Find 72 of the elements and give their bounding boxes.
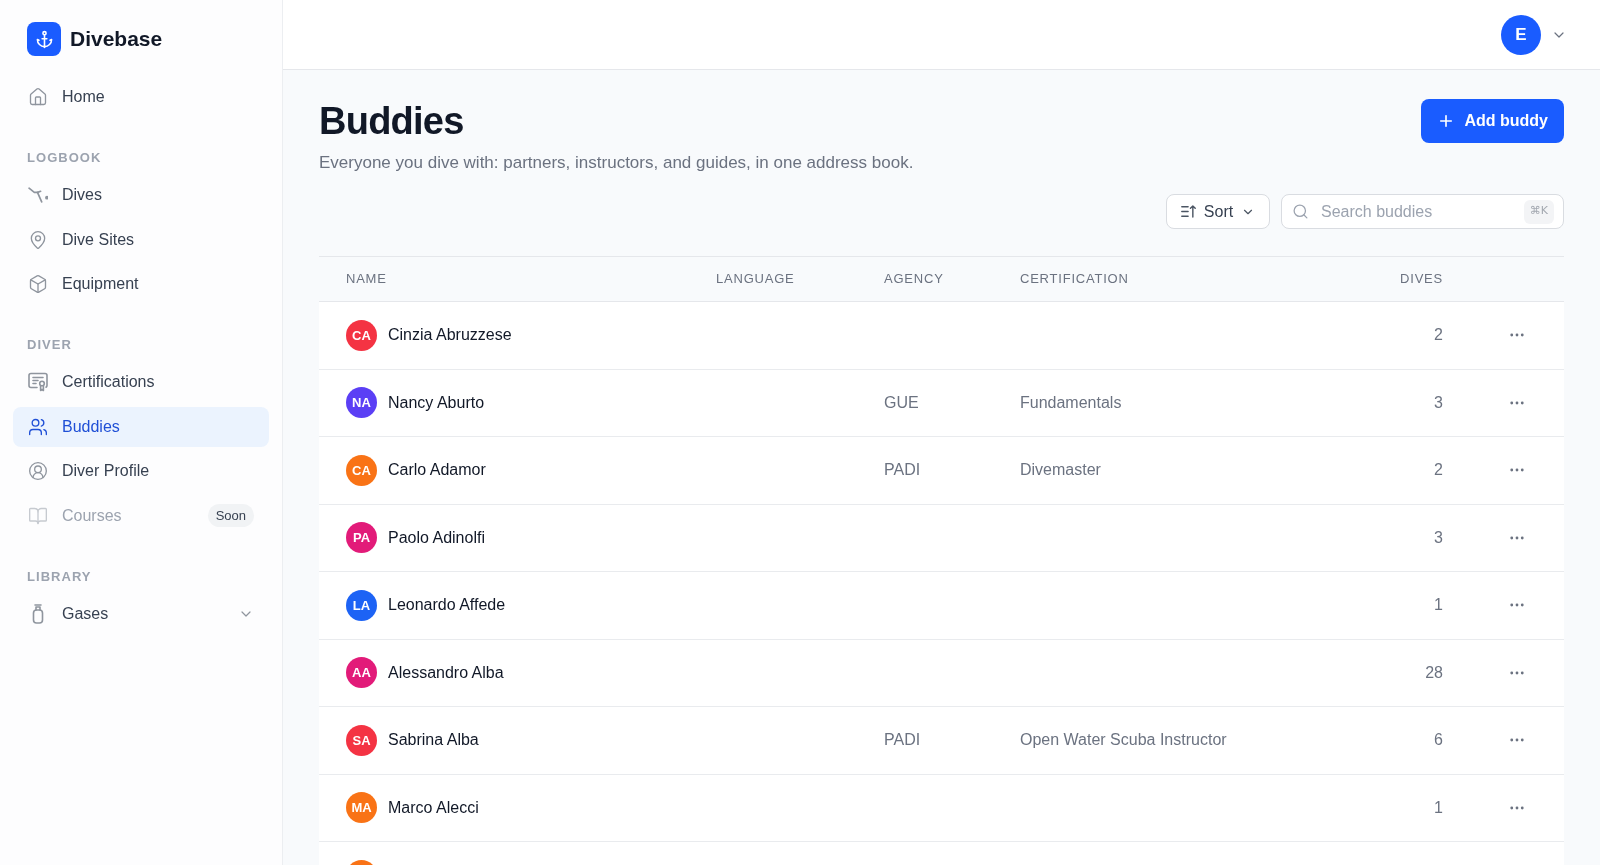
anchor-logo-icon xyxy=(27,22,61,56)
avatar: NA xyxy=(346,387,377,419)
buddy-name: Paolo Adinolfi xyxy=(388,527,485,548)
table-cell: Divemaster xyxy=(1020,461,1101,479)
cube-icon xyxy=(28,274,48,294)
section-heading: LOGBOOK xyxy=(26,150,103,166)
column-header: LANGUAGE xyxy=(716,270,795,289)
page-title: Buddies xyxy=(319,99,465,143)
avatar: PA xyxy=(346,522,377,554)
table-cell-text: 28 xyxy=(1425,662,1443,683)
more-icon xyxy=(1510,670,1524,675)
nav-item[interactable]: Dive Sites xyxy=(13,219,269,260)
nav-item[interactable]: Equipment xyxy=(13,264,269,304)
buddy-name: Sabrina Alba xyxy=(388,730,479,751)
more-icon xyxy=(1510,400,1524,405)
nav-item[interactable]: Buddies xyxy=(13,406,269,447)
nav-item[interactable]: Home xyxy=(13,77,269,117)
table-cell: GUE xyxy=(884,393,919,411)
more-icon xyxy=(1510,468,1524,473)
table-cell-text: 1 xyxy=(1434,797,1443,818)
table-cell-text: 6 xyxy=(1434,730,1443,751)
home-icon xyxy=(28,87,48,107)
brand-name: Divebase xyxy=(70,26,163,53)
buddy-name: Alessandro Alba xyxy=(388,662,504,683)
sort-icon xyxy=(1180,205,1196,218)
avatar: AA xyxy=(346,657,377,689)
avatar: CA xyxy=(346,319,377,351)
table-cell-text: 3 xyxy=(1434,392,1443,413)
buddy-name: Cinzia Abruzzese xyxy=(388,325,512,346)
status-badge: Soon xyxy=(207,503,254,528)
account-avatar[interactable]: E xyxy=(1501,14,1541,55)
table-cell: Open Water Scuba Instructor xyxy=(1020,731,1227,749)
more-icon xyxy=(1510,333,1524,338)
nav-item[interactable]: Diver Profile xyxy=(13,451,269,491)
dive-line-icon xyxy=(28,185,48,205)
buddy-name: Leonardo Affede xyxy=(388,595,506,616)
buddy-name: Nancy Aburto xyxy=(388,392,485,413)
nav-item[interactable]: Certifications xyxy=(13,362,269,402)
table-cell-text: 3 xyxy=(1434,527,1443,548)
column-header: AGENCY xyxy=(884,270,944,289)
column-header: NAME xyxy=(346,270,387,289)
more-icon xyxy=(1510,603,1524,608)
add-buddy-button[interactable]: Add buddy xyxy=(1421,99,1564,143)
avatar: CA xyxy=(346,454,377,486)
open-book-icon xyxy=(28,505,48,526)
page-subtitle: Everyone you dive with: partners, instructors, and guides, in one address book. xyxy=(319,152,914,174)
section-heading: DIVER xyxy=(26,337,73,353)
more-icon xyxy=(1510,535,1524,540)
nav-item[interactable]: Gases xyxy=(13,593,269,634)
table-cell-text: 2 xyxy=(1434,325,1443,346)
search-icon xyxy=(1292,203,1309,220)
column-header: CERTIFICATION xyxy=(1020,270,1129,289)
more-icon xyxy=(1510,805,1524,810)
table-cell: PADI xyxy=(884,461,921,479)
buddy-name: Marco Alecci xyxy=(388,797,479,818)
nav-item[interactable]: Dives xyxy=(13,175,269,215)
table-cell: PADI xyxy=(884,731,921,749)
more-icon xyxy=(1510,738,1524,743)
map-pin-icon xyxy=(28,229,48,250)
buddy-name: Carlo Adamor xyxy=(388,460,486,481)
avatar: MA xyxy=(346,792,377,824)
table-cell-text: 1 xyxy=(1434,595,1443,616)
certificate-icon xyxy=(28,372,48,392)
table-cell-text: 2 xyxy=(1434,460,1443,481)
column-header: DIVES xyxy=(1400,270,1443,289)
section-heading: LIBRARY xyxy=(26,568,93,585)
sort-button[interactable]: Sort xyxy=(1166,194,1270,229)
table-cell: Fundamentals xyxy=(1020,393,1122,411)
avatar: LA xyxy=(346,589,377,621)
users-icon xyxy=(28,416,48,437)
avatar: SA xyxy=(346,724,377,756)
user-circle-icon xyxy=(28,461,48,481)
